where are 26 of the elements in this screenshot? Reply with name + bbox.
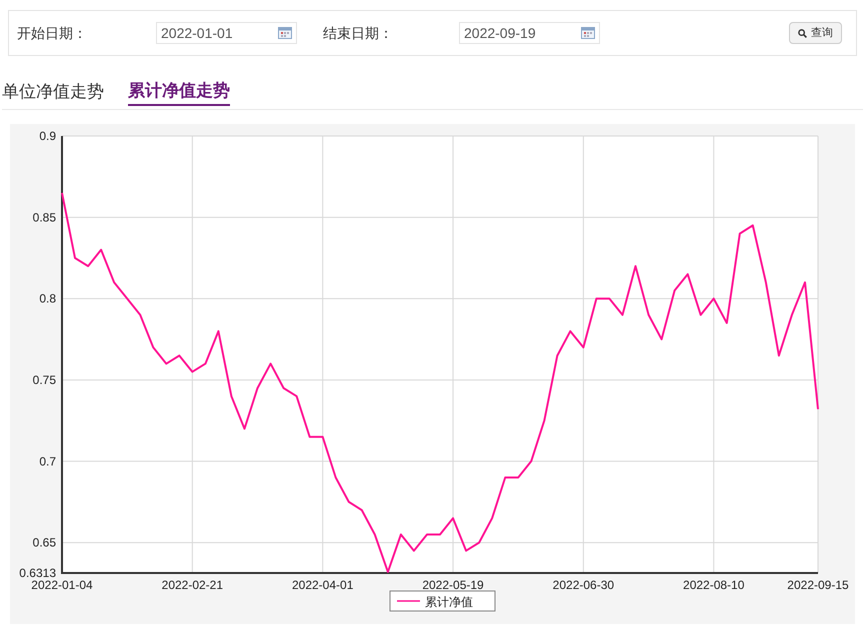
x-tick-label: 2022-01-04 — [31, 578, 93, 592]
y-tick-label: 0.8 — [39, 292, 56, 306]
x-tick-label: 2022-05-19 — [422, 578, 484, 592]
legend-line-icon — [397, 600, 420, 602]
start-date-label: 开始日期： — [17, 24, 88, 42]
start-date-field[interactable]: 2022-01-01 — [156, 22, 297, 44]
x-tick-label: 2022-08-10 — [683, 578, 744, 592]
y-tick-label: 0.7 — [39, 454, 56, 468]
y-tick-label: 0.9 — [39, 129, 56, 143]
calendar-icon[interactable] — [581, 27, 595, 39]
search-icon — [798, 28, 807, 38]
y-tick-label: 0.75 — [32, 372, 56, 387]
end-date-field[interactable]: 2022-09-19 — [459, 22, 600, 44]
chart-tab[interactable]: 单位净值走势 — [2, 78, 104, 106]
x-tick-label: 2022-09-15 — [787, 578, 849, 592]
calendar-icon[interactable] — [278, 27, 292, 39]
legend-label: 累计净值 — [425, 595, 473, 609]
query-button[interactable]: 查询 — [789, 22, 842, 44]
y-tick-label: 0.6313 — [19, 566, 56, 580]
end-date-label: 结束日期： — [323, 24, 394, 42]
x-tick-label: 2022-02-21 — [162, 578, 224, 592]
x-tick-label: 2022-04-01 — [292, 578, 354, 592]
chart-tab[interactable]: 累计净值走势 — [128, 78, 230, 106]
y-tick-label: 0.85 — [32, 210, 56, 224]
y-tick-label: 0.65 — [32, 536, 56, 550]
x-tick-label: 2022-06-30 — [552, 578, 614, 592]
